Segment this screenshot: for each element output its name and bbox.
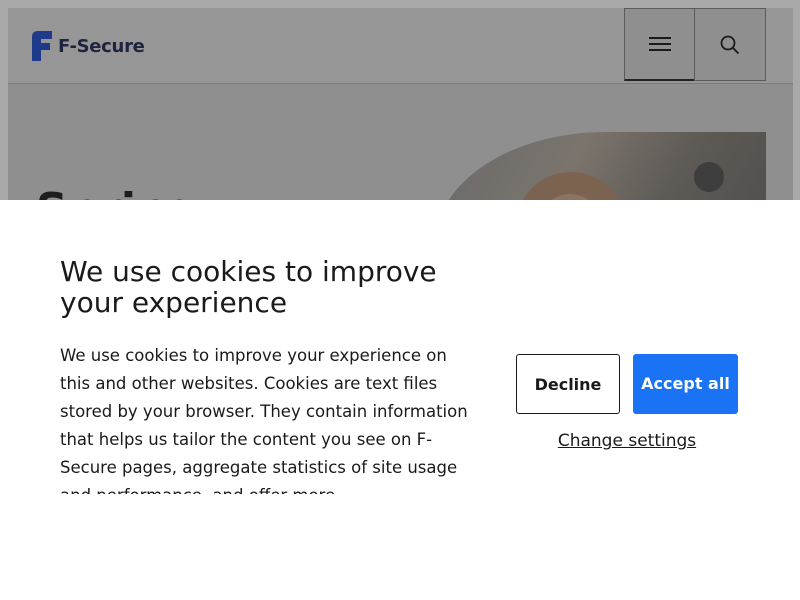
f-secure-logo-icon <box>32 31 52 61</box>
hamburger-menu-icon <box>649 37 671 51</box>
logo-text: F-Secure <box>58 35 145 57</box>
site-header: F-Secure <box>8 8 793 84</box>
decline-button[interactable]: Decline <box>516 354 620 414</box>
menu-button[interactable] <box>624 8 696 81</box>
cookie-consent-banner: We use cookies to improve your experienc… <box>0 200 800 600</box>
search-button[interactable] <box>694 8 766 81</box>
cookie-title: We use cookies to improve your experienc… <box>60 255 437 319</box>
search-icon <box>720 35 740 54</box>
cookie-body-text: We use cookies to improve your experienc… <box>60 346 468 494</box>
f-secure-logo[interactable]: F-Secure <box>32 31 145 61</box>
accept-all-button[interactable]: Accept all <box>633 354 738 414</box>
cookie-body-scroll[interactable]: We use cookies to improve your experienc… <box>60 342 480 494</box>
change-settings-link[interactable]: Change settings <box>527 431 727 451</box>
